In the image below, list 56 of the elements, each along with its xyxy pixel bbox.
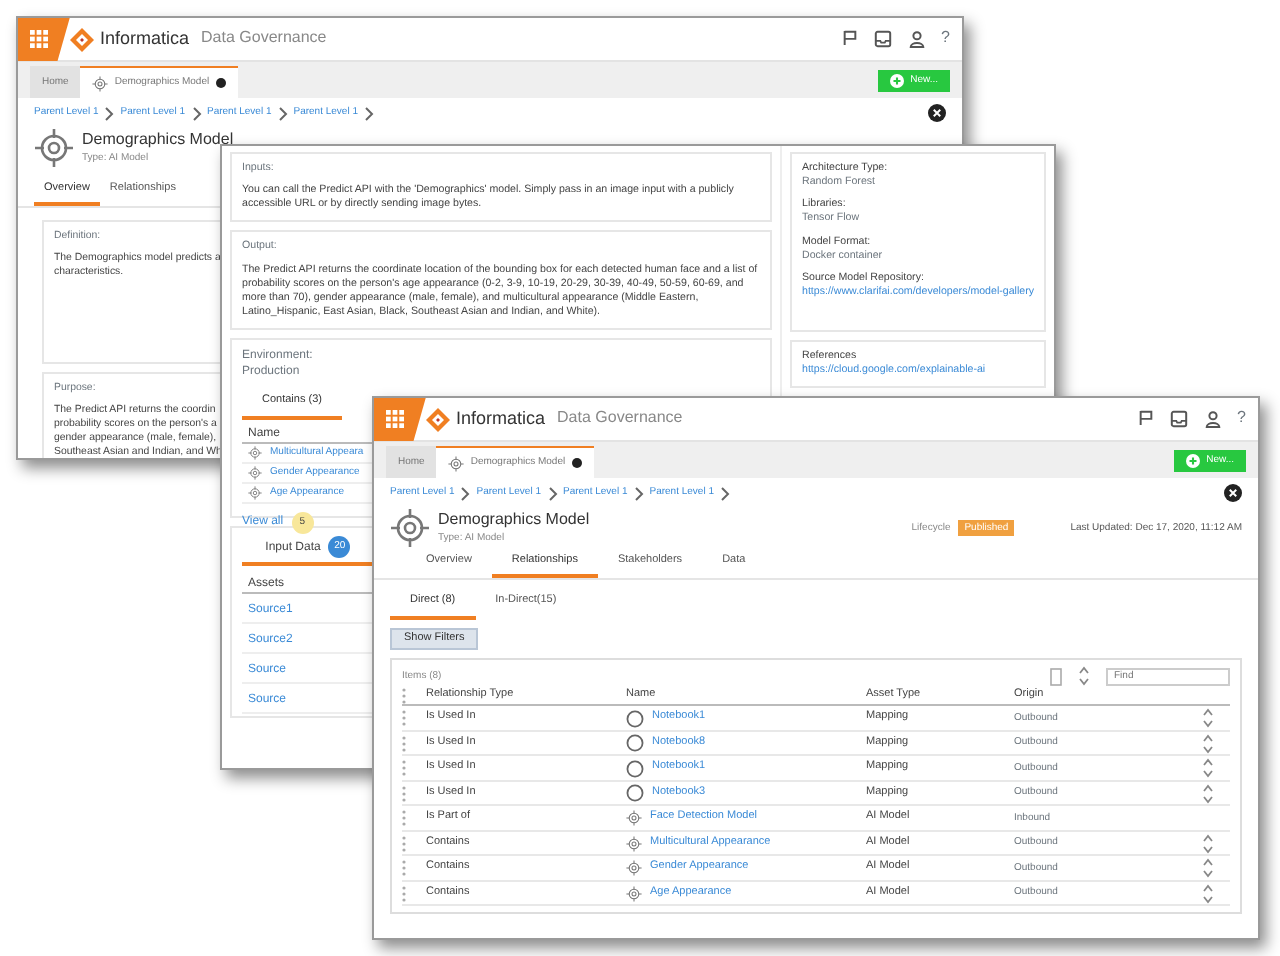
close-icon[interactable] <box>1224 484 1242 502</box>
chevron-icon <box>633 485 644 501</box>
chevron-icon <box>277 105 288 121</box>
product-name: Data Governance <box>201 28 327 50</box>
help-button[interactable]: ? <box>941 28 950 50</box>
target-icon <box>626 885 642 902</box>
updown-arrows-icon[interactable] <box>1202 833 1214 854</box>
circle-icon <box>626 709 644 728</box>
target-icon <box>448 455 465 471</box>
user-icon[interactable] <box>907 29 926 48</box>
updown-arrows-icon[interactable] <box>1078 666 1090 687</box>
target-icon <box>626 810 642 827</box>
target-icon <box>248 445 262 460</box>
close-icon[interactable] <box>215 78 226 88</box>
chevron-icon <box>104 105 115 121</box>
brand-name: Informatica <box>100 26 190 52</box>
plus-icon <box>890 73 905 87</box>
close-icon[interactable] <box>928 104 946 122</box>
updown-arrows-icon[interactable] <box>1202 858 1214 879</box>
target-icon <box>92 75 109 91</box>
logo-icon <box>426 407 450 431</box>
chevron-icon <box>720 485 730 501</box>
chevron-icon <box>364 105 374 121</box>
flag-icon[interactable] <box>1137 408 1154 429</box>
inbox-icon[interactable] <box>1169 409 1188 428</box>
plus-icon <box>1186 453 1201 467</box>
page-title: Demographics Model <box>82 130 234 152</box>
logo-icon <box>70 27 94 51</box>
target-icon <box>626 835 642 852</box>
inbox-icon[interactable] <box>873 29 892 48</box>
updown-arrows-icon[interactable] <box>1202 733 1214 754</box>
target-icon <box>390 508 430 548</box>
chevron-icon <box>191 105 201 121</box>
page-title: Demographics Model <box>438 510 590 532</box>
chevron-icon <box>547 485 557 501</box>
target-icon <box>626 860 642 877</box>
circle-icon <box>626 784 644 803</box>
close-icon[interactable] <box>571 458 582 468</box>
help-button[interactable]: ? <box>1237 408 1246 430</box>
brand-name: Informatica <box>456 406 546 432</box>
columns-icon[interactable] <box>1050 667 1062 686</box>
chevron-icon <box>460 485 471 501</box>
updown-arrows-icon[interactable] <box>1202 708 1214 729</box>
grid-icon <box>386 410 404 428</box>
target-icon <box>248 485 262 500</box>
grid-icon <box>30 30 48 48</box>
user-icon[interactable] <box>1203 409 1222 428</box>
updown-arrows-icon[interactable] <box>1202 883 1214 904</box>
circle-icon <box>626 759 644 778</box>
circle-icon <box>626 734 644 753</box>
updown-arrows-icon[interactable] <box>1202 783 1214 804</box>
target-icon <box>34 128 74 168</box>
flag-icon[interactable] <box>841 28 858 49</box>
product-name: Data Governance <box>557 408 683 430</box>
target-icon <box>248 465 262 480</box>
updown-arrows-icon[interactable] <box>1202 758 1214 779</box>
